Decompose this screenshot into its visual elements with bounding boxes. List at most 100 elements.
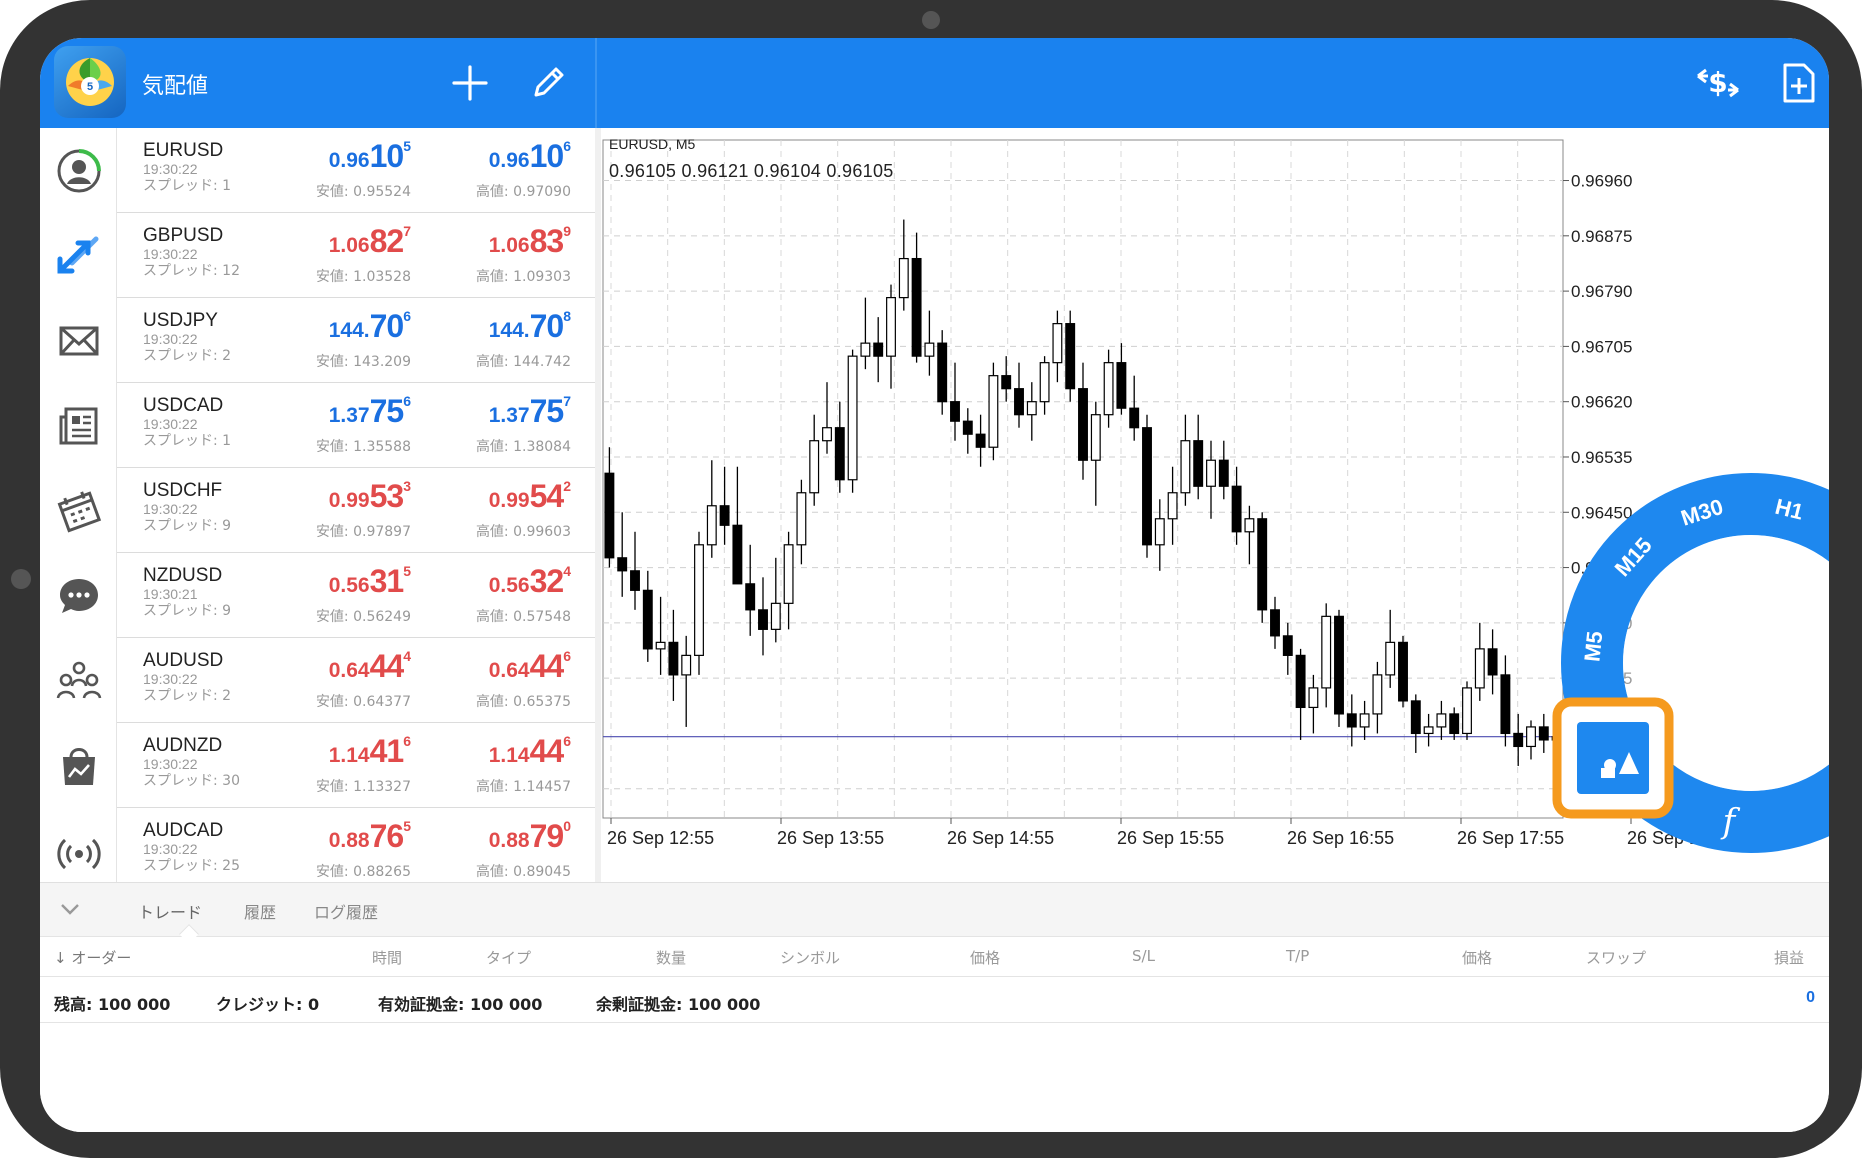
bid-price: 0.96105 bbox=[328, 138, 411, 174]
candle bbox=[1103, 349, 1114, 428]
sidebar-item-calendar[interactable] bbox=[40, 468, 117, 553]
candle bbox=[1372, 661, 1383, 734]
quote-time: 19:30:22 bbox=[143, 416, 198, 432]
candle bbox=[1398, 635, 1408, 708]
high-price: 高値: 0.65375 bbox=[475, 694, 571, 710]
candle bbox=[1423, 713, 1434, 747]
x-tick-label: 26 Sep 13:55 bbox=[777, 828, 884, 848]
quote-spread: スプレッド: 1 bbox=[143, 433, 232, 449]
candle bbox=[962, 408, 973, 454]
candle bbox=[924, 310, 935, 376]
quote-row[interactable]: USDJPY 19:30:22 スプレッド: 2 144.706 144.708 安値: … bbox=[117, 298, 595, 383]
new-order-button[interactable] bbox=[1782, 62, 1816, 104]
edit-symbols-button[interactable] bbox=[530, 65, 566, 101]
candle bbox=[617, 512, 628, 597]
quote-symbol: USDJPY bbox=[143, 310, 218, 331]
candle bbox=[873, 317, 884, 383]
candle bbox=[950, 362, 960, 441]
trade-button[interactable]: $ bbox=[1694, 62, 1742, 104]
candle bbox=[706, 460, 717, 558]
bid-price: 0.99533 bbox=[328, 478, 411, 514]
high-price: 高値: 144.742 bbox=[475, 354, 571, 370]
bid-price: 0.56315 bbox=[328, 563, 411, 599]
candle bbox=[911, 232, 922, 363]
chevron-down-icon[interactable] bbox=[58, 899, 82, 919]
tab-journal[interactable]: ログ履歴 bbox=[314, 899, 378, 923]
candle bbox=[732, 466, 743, 585]
high-price: 高値: 0.99603 bbox=[475, 524, 571, 540]
tab-trade[interactable]: トレード bbox=[138, 899, 202, 923]
add-symbol-button[interactable] bbox=[452, 65, 488, 101]
profit-total: 0 bbox=[1806, 989, 1815, 1006]
sidebar-item-chat[interactable] bbox=[40, 553, 117, 638]
quote-spread: スプレッド: 25 bbox=[143, 858, 240, 874]
side-button bbox=[11, 569, 31, 589]
quote-spread: スプレッド: 1 bbox=[143, 178, 232, 194]
quote-row[interactable]: USDCHF 19:30:22 スプレッド: 9 0.99533 0.99542 安値: … bbox=[117, 468, 595, 553]
quote-row[interactable]: AUDNZD 19:30:22 スプレッド: 30 1.14416 1.14446 安値:… bbox=[117, 723, 595, 808]
bid-price: 0.88765 bbox=[328, 818, 411, 854]
quote-row[interactable]: GBPUSD 19:30:22 スプレッド: 12 1.06827 1.06839 安値:… bbox=[117, 213, 595, 298]
candle bbox=[834, 401, 845, 493]
sidebar-item-mail[interactable] bbox=[40, 298, 117, 383]
candle bbox=[1474, 622, 1485, 701]
free-margin-value: 余剰証拠金: 100 000 bbox=[596, 995, 761, 1014]
camera bbox=[922, 11, 940, 29]
quote-row[interactable]: EURUSD 19:30:22 スプレッド: 1 0.96105 0.96106 安値: … bbox=[117, 128, 595, 213]
timeframe-option[interactable]: M5 bbox=[1579, 630, 1607, 663]
column-profit: 損益 bbox=[1774, 949, 1805, 967]
candle bbox=[1231, 466, 1242, 545]
candle bbox=[770, 557, 781, 643]
objects-button[interactable] bbox=[1577, 722, 1649, 794]
low-price: 安値: 0.56249 bbox=[315, 609, 411, 625]
candle bbox=[1410, 694, 1421, 753]
sidebar-item-community[interactable] bbox=[40, 638, 117, 723]
quote-row[interactable]: AUDUSD 19:30:22 スプレッド: 2 0.64444 0.64446 安値: … bbox=[117, 638, 595, 723]
quotes-list: EURUSD 19:30:22 スプレッド: 1 0.96105 0.96106 安値: … bbox=[117, 128, 595, 882]
mail-icon bbox=[59, 326, 98, 355]
candle bbox=[1065, 310, 1076, 402]
account-icon bbox=[57, 148, 101, 192]
high-price: 高値: 1.09303 bbox=[475, 269, 571, 285]
candle bbox=[809, 414, 820, 506]
sidebar-item-account[interactable] bbox=[40, 128, 117, 213]
sidebar-item-market[interactable] bbox=[40, 723, 117, 808]
quote-spread: スプレッド: 9 bbox=[143, 603, 232, 619]
table-header: ↓ オーダー 時間 タイプ 数量 シンボル 価格 S/L T/P 価格 スワップ… bbox=[40, 937, 1829, 977]
pencil-icon bbox=[534, 67, 564, 97]
column-order[interactable]: ↓ オーダー bbox=[54, 947, 131, 968]
quote-row[interactable]: USDCAD 19:30:22 スプレッド: 1 1.37756 1.37757 安値: … bbox=[117, 383, 595, 468]
quote-time: 19:30:22 bbox=[143, 246, 198, 262]
candle bbox=[1346, 694, 1357, 747]
quote-row[interactable]: NZDUSD 19:30:21 スプレッド: 9 0.56315 0.56324 安値: … bbox=[117, 553, 595, 638]
candle bbox=[1078, 362, 1088, 480]
candle bbox=[1039, 356, 1050, 415]
low-price: 安値: 1.03528 bbox=[315, 269, 411, 285]
sidebar-item-trade[interactable] bbox=[40, 213, 117, 298]
candle bbox=[1513, 713, 1524, 766]
ask-price: 0.96106 bbox=[488, 138, 571, 174]
chart-panel[interactable]: 0.96960 0.96875 0.96790 0.96705 0.96620 0.965… bbox=[601, 128, 1829, 882]
x-tick-label: 26 Sep 14:55 bbox=[947, 828, 1054, 848]
candle bbox=[1449, 707, 1460, 740]
candle bbox=[1142, 414, 1152, 558]
page-title: 気配値 bbox=[142, 74, 209, 99]
low-price: 安値: 143.209 bbox=[315, 354, 411, 370]
bid-price: 1.14416 bbox=[328, 733, 411, 769]
candle bbox=[1116, 343, 1127, 415]
quote-row[interactable]: AUDCAD 19:30:22 スプレッド: 25 0.88765 0.88790 安値:… bbox=[117, 808, 595, 882]
sidebar-item-news[interactable] bbox=[40, 383, 117, 468]
candle bbox=[681, 635, 692, 727]
column-price: 価格 bbox=[970, 949, 1001, 967]
bid-price: 1.06827 bbox=[328, 223, 411, 259]
quote-time: 19:30:22 bbox=[143, 331, 198, 347]
ask-price: 0.99542 bbox=[488, 478, 571, 514]
sidebar-item-signals[interactable] bbox=[40, 808, 117, 893]
tab-history[interactable]: 履歴 bbox=[244, 899, 276, 923]
candle bbox=[783, 531, 794, 630]
candle bbox=[898, 219, 909, 311]
quote-spread: スプレッド: 2 bbox=[143, 688, 232, 704]
timeframe-radial-menu[interactable]: M1M5M15M30H1H4D1W1MNf bbox=[1531, 443, 1829, 883]
column-volume: 数量 bbox=[656, 949, 687, 967]
bid-price: 144.706 bbox=[328, 308, 411, 344]
